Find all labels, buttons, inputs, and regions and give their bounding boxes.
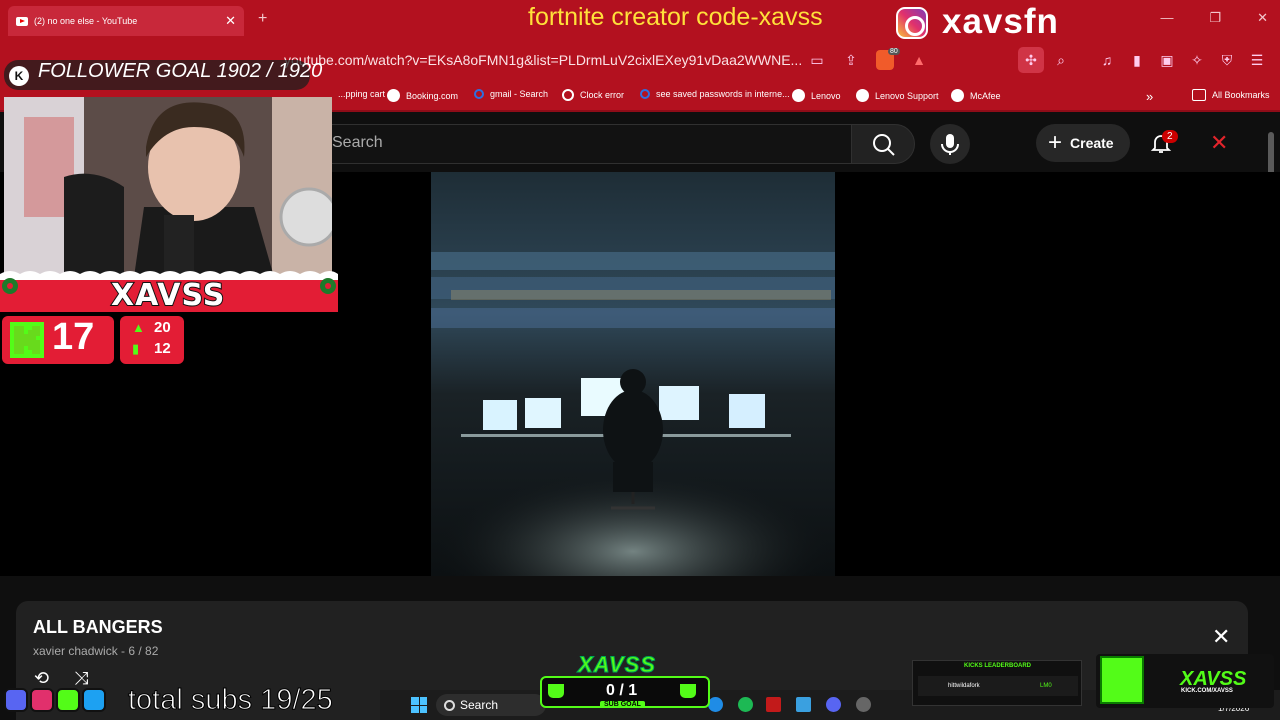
- taskbar-search[interactable]: Search: [436, 694, 546, 716]
- globe-icon: [856, 89, 869, 102]
- netflix-icon[interactable]: [766, 697, 781, 712]
- minimize-icon[interactable]: —: [1160, 10, 1173, 26]
- voice-search-button[interactable]: [930, 124, 970, 164]
- bookmark-item[interactable]: Clock error: [562, 89, 624, 101]
- webcam-feed: [4, 97, 332, 277]
- microphone-icon: [941, 134, 959, 155]
- sub-goal-brand: XAVSS: [578, 652, 656, 678]
- create-button[interactable]: + Create: [1036, 124, 1130, 162]
- instagram-handle: xavsfn: [942, 2, 1059, 41]
- shuffle-icon[interactable]: ⤨: [74, 668, 88, 689]
- vpn-icon[interactable]: ⛨: [1218, 51, 1236, 69]
- search-icon: [873, 134, 895, 156]
- kick-icon: [56, 688, 80, 712]
- sub-goal-label: SUB GOAL: [600, 701, 645, 708]
- clock-icon: [562, 89, 574, 101]
- all-bookmarks[interactable]: All Bookmarks: [1192, 89, 1270, 101]
- kick-logo-icon: K: [9, 66, 29, 86]
- search-input[interactable]: [310, 124, 852, 164]
- instagram-icon: [896, 7, 928, 39]
- share-icon[interactable]: ⇪: [842, 51, 860, 69]
- search-placeholder: Search: [332, 134, 383, 151]
- photos-icon[interactable]: [796, 697, 811, 712]
- creator-code-banner: fortnite creator code-xavss: [528, 3, 823, 31]
- playlist-title[interactable]: ALL BANGERS: [33, 617, 163, 638]
- leaderboard-row: [918, 676, 1078, 696]
- twitter-icon: [82, 688, 106, 712]
- new-tab-icon[interactable]: +: [258, 10, 267, 28]
- cup-icon: [680, 684, 696, 698]
- windows-start-icon[interactable]: [411, 697, 427, 713]
- bookmark-item[interactable]: see saved passwords in interne...: [640, 89, 790, 99]
- menu-icon[interactable]: ☰: [1248, 51, 1266, 69]
- follower-goal-text: FOLLOWER GOAL 1902 / 1920: [38, 60, 323, 82]
- edge-icon[interactable]: [708, 697, 723, 712]
- more-bookmarks-icon[interactable]: »: [1146, 89, 1153, 104]
- people-icon: ▲: [132, 320, 145, 335]
- restore-icon[interactable]: ❐: [1209, 10, 1221, 26]
- kick-brand-url: KICK.COM/XAVSS: [1181, 688, 1233, 694]
- window-controls: — ❐ ✕: [1160, 10, 1268, 26]
- close-tab-icon[interactable]: ✕: [225, 13, 236, 29]
- tab-title: (2) no one else - YouTube: [34, 16, 138, 26]
- globe-icon: [792, 89, 805, 102]
- stat-value: 20: [154, 319, 171, 336]
- plus-icon: +: [1048, 129, 1063, 156]
- stat-value: 12: [154, 340, 171, 357]
- leo-ai-icon[interactable]: ✧: [1188, 51, 1206, 69]
- leaderboard-title: KICKS LEADERBOARD: [964, 663, 1032, 669]
- leaderboard-value: LM0: [1040, 683, 1052, 689]
- globe-icon: [387, 89, 400, 102]
- bookmark-item[interactable]: Booking.com: [387, 89, 458, 102]
- kick-k-icon: [10, 322, 44, 358]
- create-label: Create: [1070, 135, 1114, 151]
- bookmark-item[interactable]: McAfee: [951, 89, 1001, 102]
- sub-goal-count: 0 / 1: [606, 682, 638, 699]
- browser-tab[interactable]: (2) no one else - YouTube ✕: [8, 6, 244, 36]
- wallet-icon[interactable]: ▣: [1158, 51, 1176, 69]
- kick-count: 17: [52, 316, 95, 358]
- globe-icon: [951, 89, 964, 102]
- cast-icon[interactable]: ▭: [808, 51, 826, 69]
- instagram-icon: [30, 688, 54, 712]
- notification-badge: 2: [1162, 130, 1178, 143]
- search-icon: [640, 89, 650, 99]
- spotify-icon[interactable]: [738, 697, 753, 712]
- app-icon[interactable]: [856, 697, 871, 712]
- playlist-subtitle: xavier chadwick - 6 / 82: [33, 644, 159, 658]
- kick-logo-icon: [1100, 656, 1144, 704]
- cup-icon: [548, 684, 564, 698]
- playlist-close-icon[interactable]: ✕: [1212, 624, 1230, 650]
- leaderboard-user: hittwildafork: [948, 683, 980, 689]
- youtube-icon: [16, 16, 28, 26]
- stats-box: [120, 316, 184, 364]
- search-icon: [474, 89, 484, 99]
- bar-chart-icon: ▮: [132, 341, 140, 356]
- music-icon[interactable]: ♫: [1098, 51, 1116, 69]
- discord-icon[interactable]: [826, 697, 841, 712]
- total-subs-text: total subs 19/25: [128, 684, 334, 717]
- social-icons: [4, 688, 106, 712]
- album-art: [431, 172, 835, 576]
- puzzle-icon: ✣: [1025, 52, 1037, 68]
- streamer-name: XAVSS: [110, 277, 226, 314]
- search-button[interactable]: [851, 124, 915, 164]
- close-x-icon[interactable]: ✕: [1210, 130, 1228, 156]
- folder-icon: [1192, 89, 1206, 101]
- bookmark-item[interactable]: ...pping cart: [338, 89, 385, 99]
- sidebar-icon[interactable]: ▮: [1128, 51, 1146, 69]
- brave-rewards-icon[interactable]: ▲: [910, 51, 928, 69]
- close-window-icon[interactable]: ✕: [1257, 10, 1268, 26]
- url-field[interactable]: youtube.com/watch?v=EKsA8oFMN1g&list=PLD…: [284, 52, 802, 68]
- loop-icon[interactable]: ⟲: [34, 668, 49, 689]
- brave-badge: 80: [888, 48, 900, 55]
- bookmark-item[interactable]: gmail - Search: [474, 89, 548, 99]
- bookmark-item[interactable]: Lenovo: [792, 89, 841, 102]
- search-tab-icon[interactable]: ⌕: [1052, 51, 1070, 69]
- discord-icon: [4, 688, 28, 712]
- bookmark-item[interactable]: Lenovo Support: [856, 89, 939, 102]
